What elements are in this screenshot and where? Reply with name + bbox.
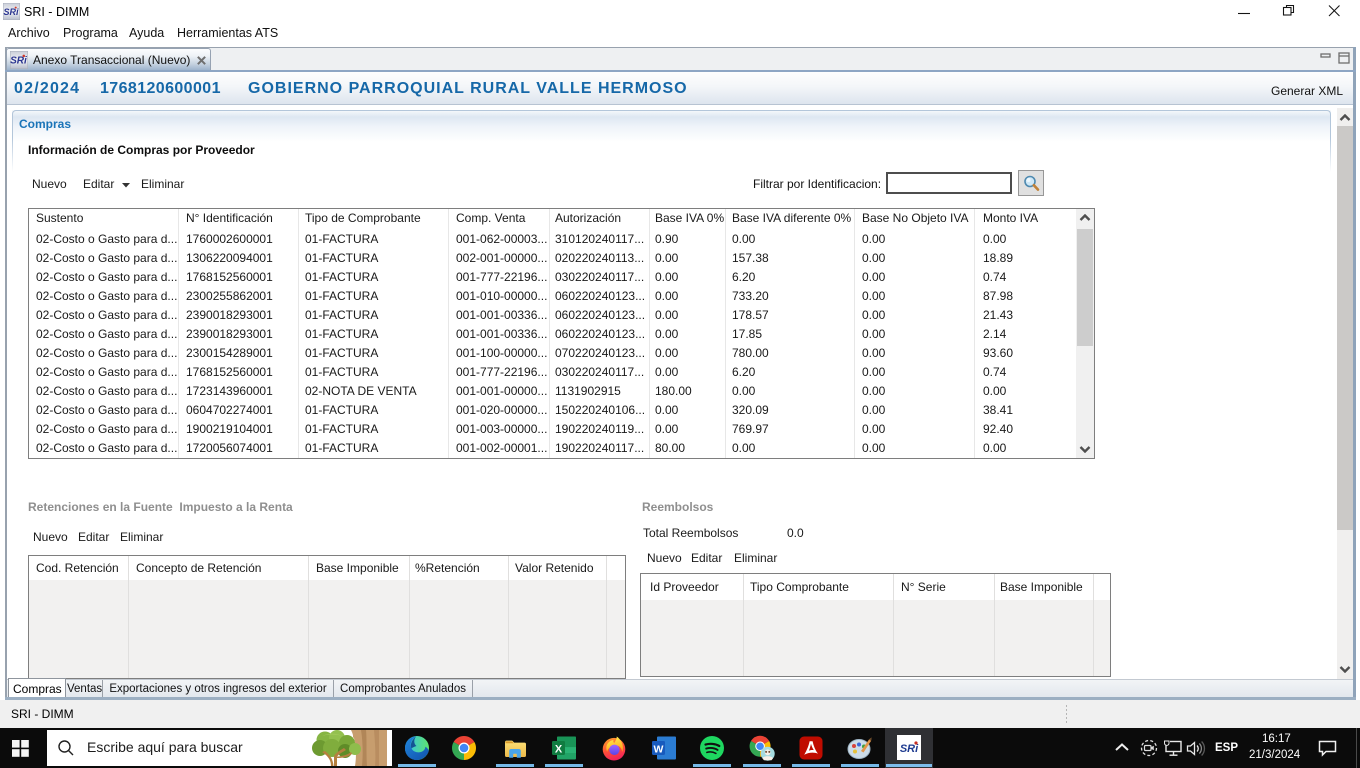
svg-text:SRi: SRi (900, 743, 919, 755)
svg-text:SRi: SRi (3, 7, 19, 17)
svg-text:SRi: SRi (10, 56, 27, 67)
svg-text:W: W (654, 744, 664, 756)
svg-text:X: X (555, 744, 563, 756)
